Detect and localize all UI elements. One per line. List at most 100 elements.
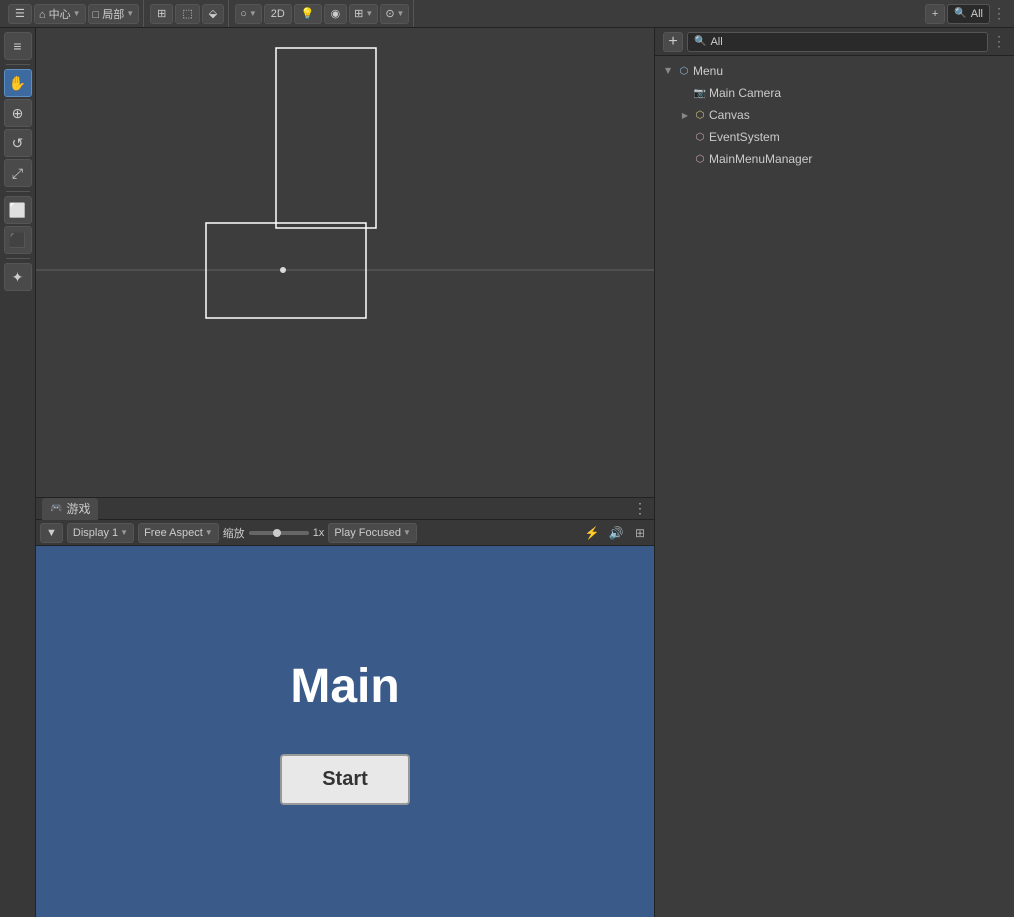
hierarchy-panel: + 🔍 All ⋮ ▶ ⬡ Menu 📷 Main Camera ▶ [654, 28, 1014, 917]
audio-btn[interactable]: 🔊 [606, 523, 626, 543]
play-focused-chevron-icon: ▼ [403, 528, 411, 537]
ruler-btn[interactable]: ⬙ [202, 4, 224, 24]
display-dropdown[interactable]: Display 1 ▼ [67, 523, 134, 543]
scene-canvas [36, 28, 654, 497]
main-camera-label: Main Camera [709, 86, 1006, 100]
hierarchy-toolbar: + 🔍 All ⋮ [655, 28, 1014, 56]
gizmos-icon: ⊙ [385, 7, 394, 20]
game-tab-label: 游戏 [66, 500, 90, 517]
search-icon: 🔍 [954, 8, 966, 19]
scale-slider-track[interactable] [249, 531, 309, 535]
hierarchy-item-mainmenumanager[interactable]: ⬡ MainMenuManager [655, 148, 1014, 170]
eventsystem-label: EventSystem [709, 130, 1006, 144]
game-viewport: Main Start [36, 546, 654, 917]
scale-slider-dot [273, 529, 281, 537]
aspect-chevron-icon: ▼ [205, 528, 213, 537]
center-chevron-icon: ▼ [73, 9, 81, 18]
game-tab-icon: 🎮 [50, 503, 62, 514]
mainmenumanager-icon: ⬡ [693, 152, 707, 166]
left-tool-panel: ≡ ✋ ⊕ ↺ ⤢ ⬜ ⬛ ✦ [0, 28, 36, 917]
toolbar-group-snap: ⊞ ⬚ ⬙ [146, 0, 229, 27]
game-tab-more-btn[interactable]: ⋮ [632, 499, 648, 519]
game-start-button[interactable]: Start [280, 754, 410, 805]
hierarchy-more-btn[interactable]: ⋮ [992, 33, 1006, 50]
shading-chevron-icon: ▼ [249, 9, 257, 18]
hierarchy-search-icon: 🔍 [694, 36, 706, 47]
canvas-icon: ⬡ [693, 108, 707, 122]
play-focused-dropdown[interactable]: Play Focused ▼ [328, 523, 417, 543]
display-chevron-icon: ▼ [120, 528, 128, 537]
effects-chevron-icon: ▼ [365, 9, 373, 18]
add-btn[interactable]: + [925, 4, 945, 24]
maximize-btn[interactable]: ⊞ [630, 523, 650, 543]
search-box[interactable]: 🔍 All [947, 4, 990, 24]
scale-label: 缩放 [223, 525, 245, 541]
effects-dropdown[interactable]: ⊞ ▼ [349, 4, 378, 24]
toolbar-group-transform: ☰ ⌂ 中心 ▼ □ 局部 ▼ [4, 0, 144, 27]
arrow-icon: ▼ [46, 527, 57, 539]
effects-icon: ⊞ [354, 7, 363, 20]
shading-dropdown[interactable]: ○ ▼ [235, 4, 262, 24]
game-main-title: Main [290, 659, 399, 714]
gizmos-dropdown[interactable]: ⊙ ▼ [380, 4, 409, 24]
game-view-tabs: 🎮 游戏 ⋮ [36, 498, 654, 520]
mainmenumanager-label: MainMenuManager [709, 152, 1006, 166]
hierarchy-content: ▶ ⬡ Menu 📷 Main Camera ▶ ⬡ Canvas ⬡ Even… [655, 56, 1014, 917]
scale-control: 缩放 1x [223, 525, 325, 541]
grid-btn[interactable]: ⬚ [175, 4, 199, 24]
menu-tool-btn[interactable]: ≡ [4, 32, 32, 60]
snap-tool-btn[interactable]: ⊞ [150, 4, 173, 24]
hierarchy-add-btn[interactable]: + [663, 32, 683, 52]
lighting-btn[interactable]: 💡 [294, 4, 322, 24]
eventsystem-icon: ⬡ [693, 130, 707, 144]
display-label: Display 1 [73, 527, 118, 539]
game-display-dropdown-arrow[interactable]: ▼ [40, 523, 63, 543]
center-label: ⌂ 中心 [39, 6, 71, 22]
shading-icon: ○ [240, 8, 247, 20]
gizmos-chevron-icon: ▼ [397, 9, 405, 18]
scale-tool-btn[interactable]: ⤢ [4, 159, 32, 187]
local-label: □ 局部 [93, 6, 125, 22]
center-area: ≡ ✋ ⊕ ↺ ⤢ ⬜ ⬛ ✦ [0, 28, 1014, 917]
center-dropdown[interactable]: ⌂ 中心 ▼ [34, 4, 86, 24]
tool-separator-2 [6, 191, 30, 192]
main-content: 🎮 游戏 ⋮ ▼ Display 1 ▼ Free Aspect ▼ [36, 28, 654, 917]
rect-tool-btn[interactable]: ⬜ [4, 196, 32, 224]
aspect-label: Free Aspect [144, 527, 203, 539]
hierarchy-search-box[interactable]: 🔍 All [687, 32, 988, 52]
local-dropdown[interactable]: □ 局部 ▼ [88, 4, 140, 24]
custom-tool-btn[interactable]: ✦ [4, 263, 32, 291]
canvas-expand-arrow-icon: ▶ [679, 109, 691, 121]
tool-separator-1 [6, 64, 30, 65]
hierarchy-item-main-camera[interactable]: 📷 Main Camera [655, 82, 1014, 104]
hierarchy-item-menu[interactable]: ▶ ⬡ Menu [655, 60, 1014, 82]
menu-toggle-btn[interactable]: ☰ [8, 4, 32, 24]
toolbar-group-right: + 🔍 All ⋮ [921, 0, 1010, 27]
menu-expand-arrow-icon: ▶ [663, 65, 675, 77]
transform-tool-btn[interactable]: ⬛ [4, 226, 32, 254]
toolbar-group-view: ○ ▼ 2D 💡 ◉ ⊞ ▼ ⊙ ▼ [231, 0, 414, 27]
2d-btn[interactable]: 2D [264, 4, 292, 24]
move-tool-btn[interactable]: ⊕ [4, 99, 32, 127]
canvas-label: Canvas [709, 108, 1006, 122]
audio-btn[interactable]: ◉ [324, 4, 348, 24]
hand-tool-btn[interactable]: ✋ [4, 69, 32, 97]
game-view-toolbar: ▼ Display 1 ▼ Free Aspect ▼ 缩放 1x [36, 520, 654, 546]
menu-cube-icon: ⬡ [677, 64, 691, 78]
scene-view[interactable] [36, 28, 654, 497]
local-chevron-icon: ▼ [126, 9, 134, 18]
mute-btn[interactable]: ⚡ [582, 523, 602, 543]
hierarchy-item-eventsystem[interactable]: ⬡ EventSystem [655, 126, 1014, 148]
game-tab[interactable]: 🎮 游戏 [42, 498, 98, 520]
play-focused-label: Play Focused [334, 527, 401, 539]
hierarchy-search-text: All [710, 36, 722, 48]
top-toolbar: ☰ ⌂ 中心 ▼ □ 局部 ▼ ⊞ ⬚ ⬙ ○ ▼ 2D 💡 ◉ ⊞ ▼ ⊙ ▼ [0, 0, 1014, 28]
aspect-dropdown[interactable]: Free Aspect ▼ [138, 523, 219, 543]
camera-icon: 📷 [693, 86, 707, 100]
hierarchy-item-canvas[interactable]: ▶ ⬡ Canvas [655, 104, 1014, 126]
tool-separator-3 [6, 258, 30, 259]
rotate-tool-btn[interactable]: ↺ [4, 129, 32, 157]
search-text: All [971, 8, 983, 20]
toolbar-more-btn[interactable]: ⋮ [992, 5, 1006, 22]
game-view-panel: 🎮 游戏 ⋮ ▼ Display 1 ▼ Free Aspect ▼ [36, 497, 654, 917]
